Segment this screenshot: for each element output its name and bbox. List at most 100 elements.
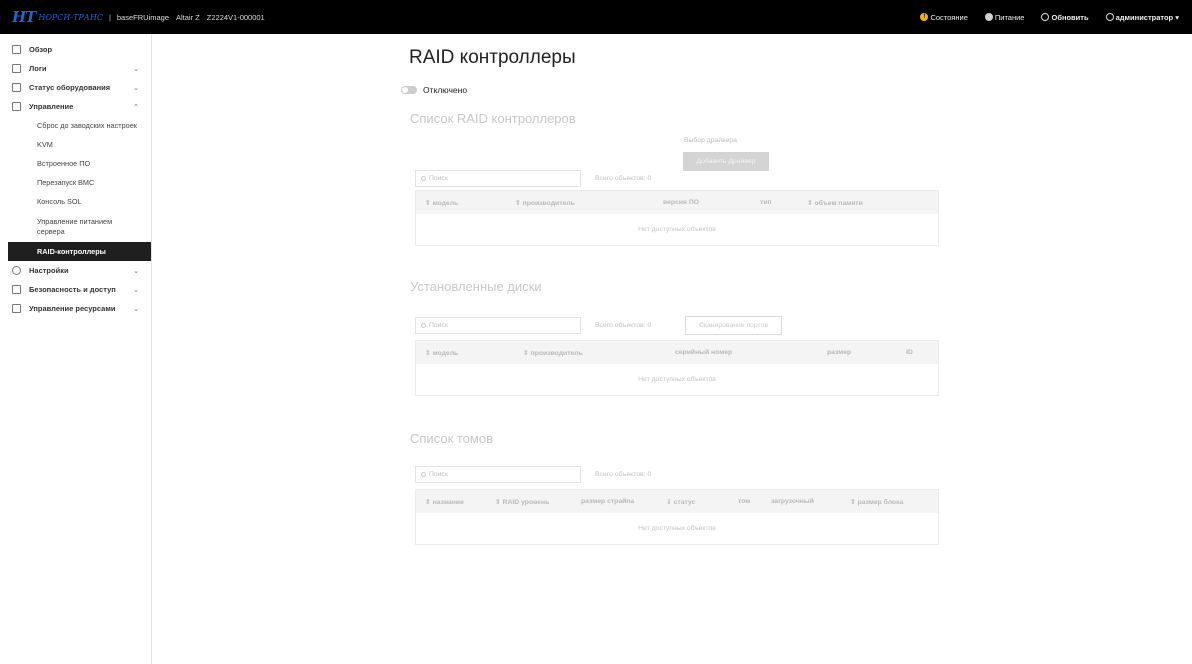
search-icon [421,323,426,328]
controllers-search-input[interactable]: Поиск [415,170,581,187]
sidebar-item-management[interactable]: Управление ⌃ [0,97,151,116]
sliders-icon [12,102,21,111]
main-content: RAID контроллеры Отключено Список RAID к… [152,34,1192,664]
sidebar-subitem-sol-console[interactable]: Консоль SOL [0,192,151,211]
column-header-id[interactable]: ID [906,349,913,356]
scan-ports-button[interactable]: Сканирование портов [685,316,782,335]
chevron-up-icon: ⌃ [133,103,139,111]
power-icon [984,13,993,21]
chevron-down-icon: ⌄ [133,65,139,73]
empty-table-message: Нет доступных объектов [638,226,716,233]
column-header-memory[interactable]: ⇕ объем памяти [807,199,863,207]
table-header: ⇕ название ⇕ RAID уровень размер страйпа… [416,490,938,513]
column-header-serial[interactable]: серийный номер [675,349,732,356]
search-icon [421,176,426,181]
host-name: baseFRUimage [116,12,169,22]
clipboard-icon [12,83,21,92]
sidebar-subitem-raid-controllers[interactable]: RAID-контроллеры [8,242,151,261]
gear-icon [12,266,21,275]
sidebar-subitem-kvm[interactable]: KVM [0,135,151,154]
disks-total-count: Всего объектов: 0 [595,322,652,329]
chevron-down-icon: ⌄ [133,305,139,313]
controllers-total-count: Всего объектов: 0 [595,175,652,182]
dashboard-icon [12,45,21,54]
sidebar-item-overview[interactable]: Обзор [0,40,151,59]
user-menu[interactable]: администратор ▾ [1105,12,1179,22]
refresh-icon [1041,13,1050,21]
model-name: Altair Z [176,12,200,22]
shield-icon [12,285,21,294]
chart-icon [12,64,21,73]
page-title: RAID контроллеры [409,47,576,68]
search-placeholder: Поиск [429,322,448,329]
sidebar: Обзор Логи ⌄ Статус оборудования ⌄ Управ… [0,34,152,664]
column-header-vendor[interactable]: ⇕ производитель [515,199,575,207]
sidebar-item-settings[interactable]: Настройки ⌄ [0,261,151,280]
empty-table-message: Нет доступных объектов [638,376,716,383]
resources-icon [12,304,21,313]
power-button[interactable]: Питание [984,12,1025,22]
top-bar: НТ НОРСИ-ТРАНС | baseFRUimage Altair Z Z… [0,0,1192,34]
logo-mark: НТ [12,8,36,26]
power-label: Питание [994,12,1025,22]
controllers-section-title: Список RAID контроллеров [410,111,576,126]
user-icon [1105,13,1114,21]
disks-search-input[interactable]: Поиск [415,317,581,334]
volumes-search-input[interactable]: Поиск [415,466,581,483]
warning-icon: ! [920,13,929,21]
volumes-total-count: Всего объектов: 0 [595,471,652,478]
raid-toggle-switch[interactable] [401,86,417,94]
disks-section-title: Установленные диски [410,279,542,294]
logo-text: НОРСИ-ТРАНС [38,12,103,22]
chevron-down-icon: ⌄ [133,267,139,275]
search-placeholder: Поиск [429,471,448,478]
sidebar-subitem-firmware[interactable]: Встроенное ПО [0,154,151,173]
column-header-status[interactable]: ⇓ статус [666,498,695,506]
sidebar-item-resources[interactable]: Управление ресурсами ⌄ [0,299,151,318]
sidebar-item-label: Настройки [29,266,69,275]
column-header-stripe-size[interactable]: размер страйпа [581,498,634,505]
sidebar-item-label: Управление ресурсами [29,304,116,313]
status-button[interactable]: ! Состояние [920,12,968,22]
chevron-down-icon: ⌄ [133,286,139,294]
refresh-button[interactable]: Обновить [1041,12,1089,22]
add-driver-button[interactable]: Добавить Драйвер [683,152,769,171]
sidebar-subitem-factory-reset[interactable]: Сброс до заводских настроек [0,116,151,135]
serial-number: Z2224V1-000001 [206,12,265,22]
column-header-volume[interactable]: том [738,498,750,505]
sidebar-subitem-power-control[interactable]: Управление питанием сервера [0,211,151,242]
sidebar-item-label: Логи [29,64,47,73]
table-header: ⇕ модель ⇕ производитель серийный номер … [416,341,938,364]
sidebar-item-security[interactable]: Безопасность и доступ ⌄ [0,280,151,299]
brand-logo[interactable]: НТ НОРСИ-ТРАНС [12,8,103,26]
empty-table-message: Нет доступных объектов [638,525,716,532]
toggle-label: Отключено [423,85,468,95]
column-header-vendor[interactable]: ⇕ производитель [523,349,583,357]
column-header-raid-level[interactable]: ⇕ RAID уровень [495,498,549,506]
column-header-block-size[interactable]: ⇕ размер блока [850,498,903,506]
sidebar-item-logs[interactable]: Логи ⌄ [0,59,151,78]
chevron-down-icon: ⌄ [133,84,139,92]
column-header-model[interactable]: ⇕ модель [425,349,458,357]
column-header-bootable[interactable]: загрузочный [771,498,814,505]
sidebar-subitem-bmc-restart[interactable]: Перезапуск BMC [0,173,151,192]
column-header-firmware-version[interactable]: версия ПО [663,199,699,206]
column-header-name[interactable]: ⇕ название [425,498,464,506]
refresh-label: Обновить [1051,12,1089,22]
raid-toggle-row: Отключено [401,85,467,95]
column-header-type[interactable]: тип [760,199,772,206]
volumes-section-title: Список томов [410,431,493,446]
controllers-table: ⇕ модель ⇕ производитель версия ПО тип ⇕… [415,190,939,246]
column-header-size[interactable]: размер [827,349,851,356]
user-label: администратор ▾ [1115,12,1179,22]
sidebar-item-label: Статус оборудования [29,83,111,92]
sidebar-item-hardware-status[interactable]: Статус оборудования ⌄ [0,78,151,97]
separator: | [108,12,111,22]
search-icon [421,472,426,477]
sidebar-item-label: Безопасность и доступ [29,285,116,294]
volumes-table: ⇕ название ⇕ RAID уровень размер страйпа… [415,489,939,545]
column-header-model[interactable]: ⇕ модель [425,199,458,207]
sidebar-item-label: Управление [29,102,74,111]
driver-select-label: Выбор драйвера [684,137,737,144]
status-label: Состояние [930,12,968,22]
